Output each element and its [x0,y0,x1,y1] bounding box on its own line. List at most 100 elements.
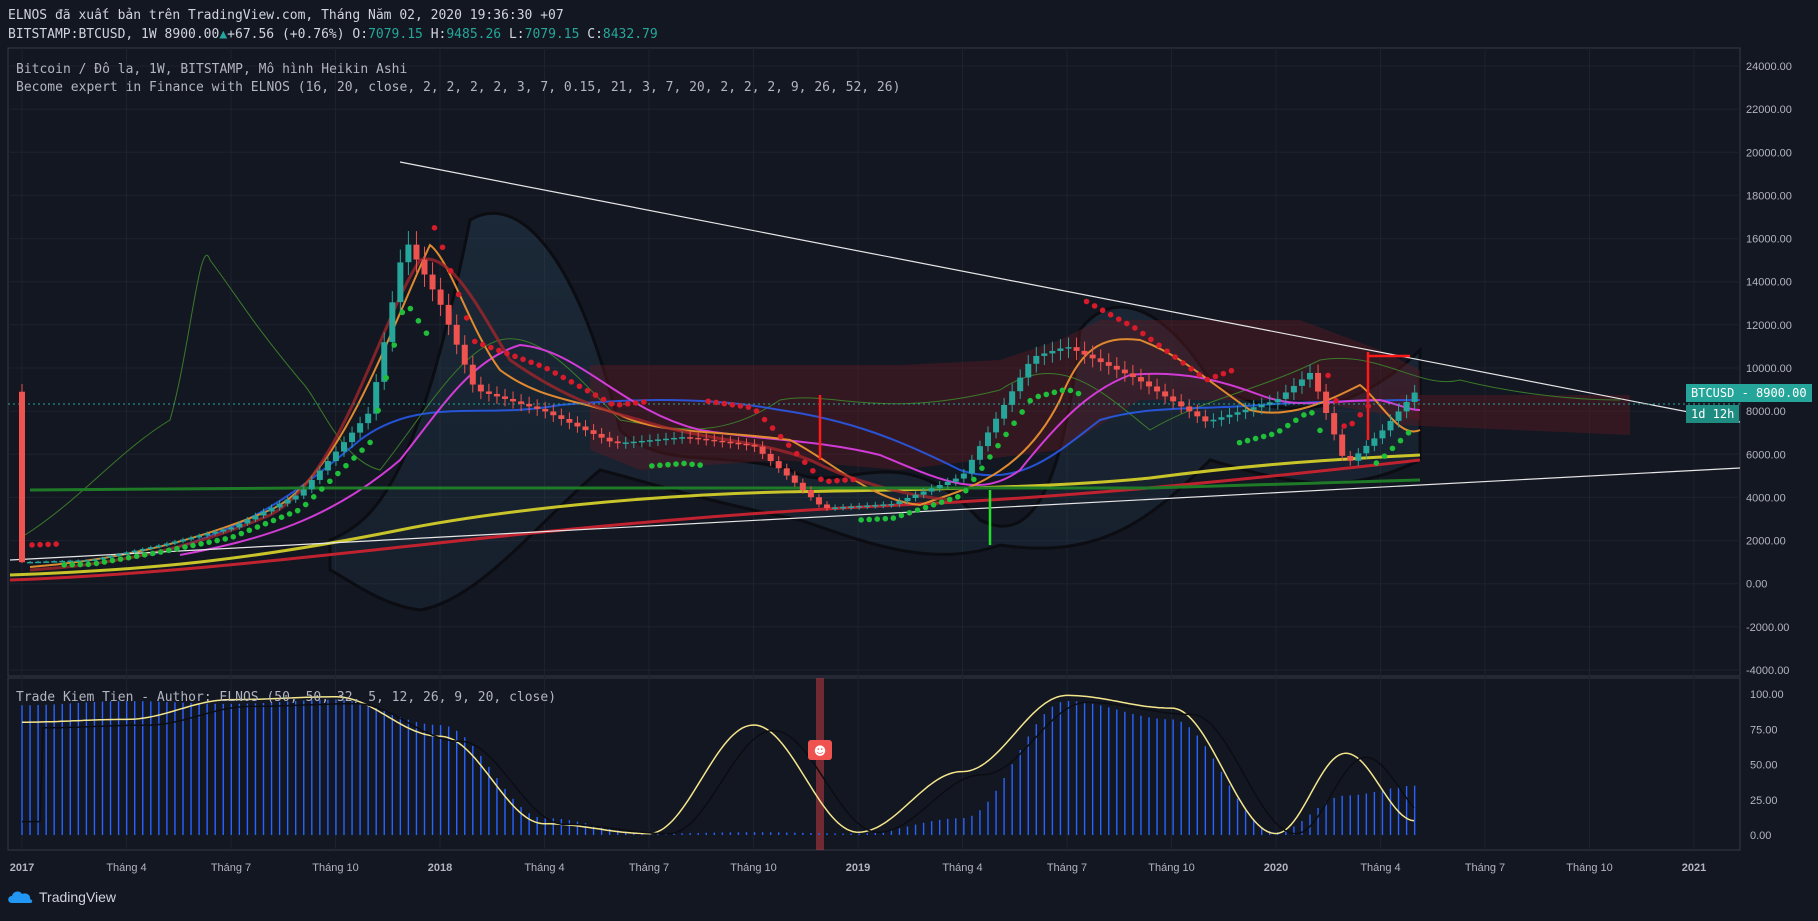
oscillator-legend[interactable]: Trade Kiem Tien - Author: ELNOS (50, 50,… [16,690,556,705]
sar-dot [802,459,808,466]
candle-body [1331,413,1338,435]
sar-dot [769,425,776,431]
candle-body [1274,398,1281,403]
candle-body [236,523,243,528]
sar-dot [705,398,711,405]
candle-body [212,531,219,534]
candle-body [590,430,597,434]
sar-dot [375,407,381,414]
sar-dot [544,365,550,372]
sar-dot [971,476,977,483]
time-tick-label: Tháng 7 [629,862,669,874]
candle-body [976,446,983,460]
sar-dot [480,341,486,348]
candle-body [864,505,871,507]
sar-dot [641,399,647,405]
sar-dot [850,476,856,483]
indicator-legend[interactable]: Become expert in Finance with ELNOS (16,… [16,80,900,95]
candle-body [646,440,653,442]
candle-body [566,418,573,423]
candle-body [952,478,959,482]
candle-body [389,302,396,342]
candle-body [606,437,613,442]
sar-dot [1180,360,1186,366]
sar-dot [906,509,913,516]
sar-dot [689,461,695,468]
candle-body [115,554,122,556]
sar-dot [141,552,148,558]
sar-dot [1067,387,1074,394]
sar-dot [1091,303,1098,309]
sar-dot [1011,420,1017,427]
sar-dot [190,542,196,549]
candle-body [558,415,565,419]
sar-dot [61,562,67,568]
sar-dot [319,486,325,492]
time-tick-label: 2019 [846,862,870,874]
sar-dot [793,450,800,457]
candle-body [872,504,879,507]
bear-face-icon: ☻ [814,744,827,758]
sar-dot [1333,397,1339,404]
sar-dot [1212,373,1219,380]
candle-body [1234,412,1241,415]
sar-dot [335,470,341,477]
candle-body [920,491,927,495]
sar-dot [761,416,768,423]
candle-body [711,439,718,442]
candle-body [671,437,678,440]
candle-body [751,444,758,447]
sar-dot [1252,435,1259,442]
price-chart[interactable]: 24000.00 22000.00 20000.00 18000.00 16000.00… [0,0,1818,921]
sar-dot [1188,366,1194,372]
candle-body [1041,353,1048,356]
candle-body [1355,453,1362,461]
sar-dot [1381,453,1388,459]
sar-dot [777,433,784,440]
candle-body [1282,392,1289,399]
sar-dot [423,330,430,336]
candle-body [43,561,50,563]
sar-dot [351,455,357,461]
sar-dot [818,476,824,483]
time-tick-label: Tháng 4 [942,862,982,874]
candle-body [1089,354,1096,359]
price-tick-label: 8000.00 [1746,406,1786,418]
sar-dot [1204,376,1211,383]
tradingview-logo[interactable]: TradingView [6,889,116,905]
candle-body [284,499,291,504]
chart-legend-title[interactable]: Bitcoin / Đô la, 1W, BITSTAMP, Mô hình H… [16,62,407,77]
candle-body [341,442,347,452]
sar-dot [576,383,583,390]
candle-body [332,451,339,462]
sar-dot [246,527,253,534]
sar-dot [109,557,116,564]
candle-body [542,408,549,412]
time-axis: 2017 Tháng 4 Tháng 7 Tháng 10 2018 Tháng 4 Thá… [10,862,1706,874]
sar-dot [536,362,542,368]
candle-body [663,438,669,441]
candle-body [888,503,895,506]
sar-dot [1132,325,1138,331]
sar-dot [810,467,816,474]
candle-body [324,461,331,471]
sar-dot [729,401,736,408]
candle-body [518,401,525,404]
sar-dot [158,549,164,555]
candle-body [598,433,605,438]
candle-body [1315,372,1322,392]
candle-body [1258,404,1265,408]
sar-dot [737,403,744,409]
sar-dot [133,553,140,560]
sar-dot [1164,348,1170,354]
sar-dot [1035,393,1042,400]
candle-body [461,344,468,365]
sar-dot [45,541,51,548]
sar-dot [125,554,132,561]
price-tick-label: 14000.00 [1746,277,1792,289]
candle-body [1194,411,1201,417]
sar-dot [117,556,124,562]
sar-dot [834,477,840,484]
sar-dot [198,541,204,547]
candle-body [815,497,822,505]
